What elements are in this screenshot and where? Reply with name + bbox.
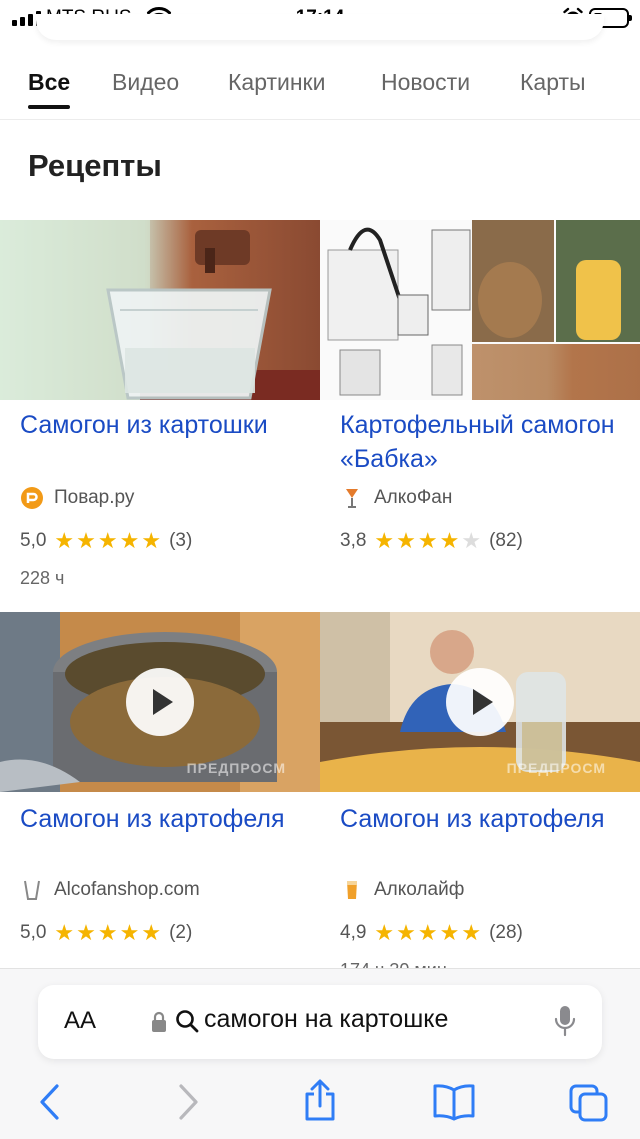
recipe-image[interactable] (0, 220, 320, 400)
share-button[interactable] (302, 1079, 338, 1126)
tabs-icon (569, 1084, 608, 1122)
review-count: (2) (169, 922, 193, 943)
recipe-card[interactable]: Картофельный самогон «Бабка» АлкоФан 3,8… (320, 220, 640, 600)
star-icon: ★ (141, 528, 162, 553)
glass-icon (346, 489, 358, 508)
recipe-title[interactable]: Самогон из картофеля (20, 802, 320, 836)
recipe-source[interactable]: Алколайф (340, 878, 464, 902)
rating-row: 5,0 ★ ★ ★ ★ ★ (3) (20, 530, 192, 552)
rating-value: 5,0 (20, 530, 47, 551)
recipe-video-card[interactable]: ПРЕДПРОСМ Самогон из картофеля Alcofansh… (0, 612, 320, 968)
source-name: АлкоФан (374, 487, 453, 508)
star-icon: ★ (141, 920, 162, 945)
star-icon: ★ (461, 920, 482, 945)
back-icon (40, 1084, 59, 1120)
beer-glass-icon (347, 881, 357, 899)
lock-icon (152, 1011, 166, 1032)
forward-button[interactable] (176, 1083, 200, 1126)
rating-stars: ★ ★ ★ ★ ★ (374, 922, 481, 944)
shot-glass-icon (24, 880, 40, 900)
source-name: Повар.ру (54, 487, 135, 508)
tab-video[interactable]: Видео (112, 69, 179, 96)
recipe-title[interactable]: Самогон из картошки (20, 408, 320, 442)
star-icon: ★ (374, 528, 395, 553)
recipe-image[interactable] (320, 220, 640, 400)
star-icon: ★ (54, 528, 75, 553)
star-icon: ★ (396, 920, 416, 945)
rating-value: 3,8 (340, 530, 367, 551)
rating-stars: ★ ★ ★ ★ ★ (54, 922, 161, 944)
preview-watermark: ПРЕДПРОСМ (506, 760, 606, 776)
recipe-card[interactable]: Самогон из картошки Повар.ру 5,0 ★ ★ ★ ★ ★ (… (0, 220, 320, 600)
rating-row: 4,9 ★ ★ ★ ★ ★ (28) (340, 922, 523, 944)
recipe-title[interactable]: Самогон из картофеля (340, 802, 640, 836)
play-icon[interactable] (126, 668, 194, 736)
star-icon: ★ (97, 528, 118, 553)
tab-all[interactable]: Все (28, 69, 71, 109)
tab-maps[interactable]: Карты (520, 69, 586, 96)
back-button[interactable] (38, 1083, 62, 1126)
rating-stars: ★ ★ ★ ★ ★ (54, 530, 161, 552)
mic-icon[interactable] (554, 1005, 576, 1037)
forward-icon (179, 1084, 198, 1120)
source-name: Алколайф (374, 879, 465, 900)
star-icon: ★ (76, 528, 96, 553)
rating-value: 5,0 (20, 922, 47, 943)
recipe-source[interactable]: Alcofanshop.com (20, 878, 200, 902)
star-icon: ★ (374, 920, 395, 945)
share-icon (305, 1079, 335, 1121)
tab-news[interactable]: Новости (381, 69, 470, 96)
preview-watermark: ПРЕДПРОСМ (186, 760, 286, 776)
star-icon: ★ (54, 920, 75, 945)
star-icon: ★ (396, 528, 416, 553)
bookmarks-button[interactable] (432, 1083, 476, 1126)
play-icon[interactable] (446, 668, 514, 736)
star-empty-icon: ★ (461, 528, 482, 553)
search-tabs: Все Видео Картинки Новости Карты (0, 58, 640, 120)
recipe-source[interactable]: АлкоФан (340, 486, 452, 510)
section-title: Рецепты (28, 148, 162, 183)
review-count: (3) (169, 530, 193, 551)
review-count: (28) (489, 922, 523, 943)
tab-images[interactable]: Картинки (228, 69, 325, 96)
video-thumbnail[interactable]: ПРЕДПРОСМ (0, 612, 320, 792)
video-thumbnail[interactable]: ПРЕДПРОСМ (320, 612, 640, 792)
browser-toolbar: AA самогон на картошке (0, 968, 640, 1139)
star-icon: ★ (417, 920, 438, 945)
recipe-video-card[interactable]: ПРЕДПРОСМ Самогон из картофеля Алколайф … (320, 612, 640, 980)
bookmarks-icon (433, 1084, 475, 1121)
star-icon: ★ (439, 528, 460, 553)
povar-logo-icon (21, 487, 43, 509)
recipe-source[interactable]: Повар.ру (20, 486, 134, 510)
star-icon: ★ (439, 920, 460, 945)
source-name: Alcofanshop.com (54, 879, 200, 900)
rating-row: 3,8 ★ ★ ★ ★ ★ (82) (340, 530, 523, 552)
page-header-edge (36, 14, 604, 40)
safari-nav-bar (0, 1079, 640, 1126)
star-icon: ★ (119, 528, 140, 553)
review-count: (82) (489, 530, 523, 551)
tabs-button[interactable] (568, 1083, 610, 1128)
rating-value: 4,9 (340, 922, 367, 943)
cook-time: 228 ч (20, 568, 65, 588)
star-icon: ★ (417, 528, 438, 553)
rating-stars: ★ ★ ★ ★ ★ (374, 530, 481, 552)
text-size-button[interactable]: AA (64, 1007, 96, 1035)
recipe-title[interactable]: Картофельный самогон «Бабка» (340, 408, 640, 476)
star-icon: ★ (76, 920, 96, 945)
address-bar[interactable]: AA самогон на картошке (38, 985, 602, 1059)
search-query[interactable]: самогон на картошке (204, 1005, 448, 1034)
search-icon (176, 1010, 199, 1033)
rating-row: 5,0 ★ ★ ★ ★ ★ (2) (20, 922, 192, 944)
star-icon: ★ (119, 920, 140, 945)
star-icon: ★ (97, 920, 118, 945)
